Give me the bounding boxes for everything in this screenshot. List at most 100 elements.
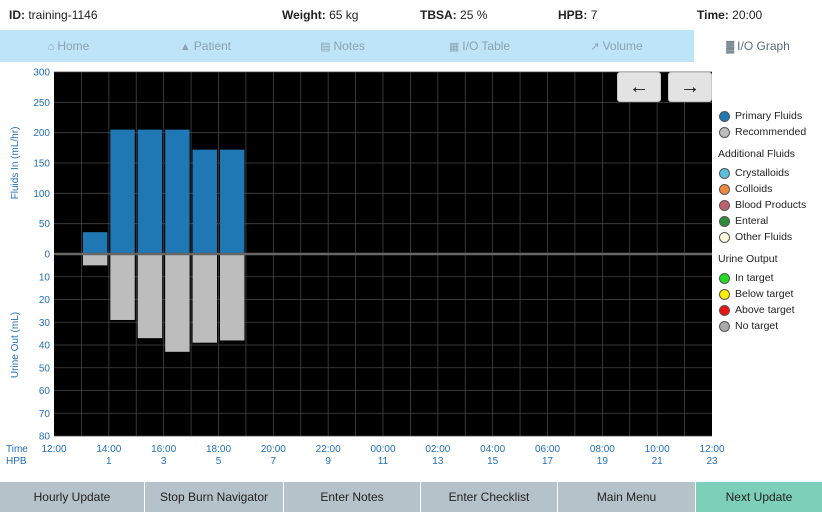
patient-tbsa: TBSA: 25 %: [420, 8, 488, 22]
x-tick-time: 18:00: [206, 444, 231, 455]
x-tick-hpb: 21: [652, 456, 664, 467]
legend-header-urine: Urine Output: [718, 253, 778, 265]
x-tick-hpb: 17: [542, 456, 554, 467]
urine-out-bar: [82, 254, 108, 266]
fluids-in-bar: [220, 149, 245, 254]
legend-swatch: [719, 216, 730, 227]
x-axis-time-label: Time: [6, 444, 28, 455]
next-update-button[interactable]: Next Update: [696, 482, 822, 512]
legend-swatch: [719, 305, 730, 316]
y-tick-label-urine: 40: [39, 341, 51, 352]
y-tick-label-fluids: 0: [44, 250, 50, 261]
file-icon: ▤: [320, 41, 331, 53]
x-tick-hpb: 23: [706, 456, 718, 467]
fluids-in-bar: [110, 129, 135, 254]
legend-swatch: [719, 321, 730, 332]
urine-out-bar: [192, 254, 217, 343]
x-tick-hpb: 9: [325, 456, 331, 467]
urine-out-bar: [165, 254, 190, 352]
legend-item-enteral: Enteral: [718, 213, 822, 229]
legend-item-recommended: Recommended: [718, 124, 822, 140]
user-icon: ▲: [179, 41, 191, 53]
io-graph: 0 50 100 150 200 250 300 10 20 30 40 50 60 70 80 Fluids…: [0, 62, 822, 472]
enter-checklist-button[interactable]: Enter Checklist: [421, 482, 558, 512]
x-tick-hpb: 15: [487, 456, 499, 467]
x-tick-hpb: 11: [378, 456, 389, 467]
legend-item-colloids: Colloids: [718, 181, 822, 197]
y-tick-label-fluids: 50: [39, 219, 51, 230]
tab-volume[interactable]: ↗ Volume: [548, 30, 685, 62]
y-axis-label-fluids: Fluids In (mL/hr): [10, 127, 21, 200]
fluids-in-bar: [192, 149, 217, 254]
patient-hpb: HPB: 7: [558, 8, 598, 22]
pan-left-button[interactable]: ←: [617, 72, 661, 102]
y-tick-label-urine: 30: [39, 318, 51, 329]
table-icon: ▦: [448, 41, 460, 53]
x-tick-time: 10:00: [645, 444, 670, 455]
y-tick-label-urine: 50: [39, 363, 51, 374]
tab-notes[interactable]: ▤ Notes: [274, 30, 411, 62]
legend-swatch: [719, 111, 730, 122]
x-tick-hpb: 13: [432, 456, 444, 467]
tab-patient[interactable]: ▲ Patient: [137, 30, 274, 62]
x-tick-time: 22:00: [316, 444, 341, 455]
tab-io-graph[interactable]: ▓ I/O Graph: [694, 30, 822, 62]
x-tick-time: 02:00: [425, 444, 450, 455]
enter-notes-button[interactable]: Enter Notes: [284, 482, 421, 512]
tab-home[interactable]: ⌂ Home: [0, 30, 137, 62]
current-time: Time: 20:00: [697, 8, 763, 22]
legend-swatch: [719, 200, 730, 211]
arrow-right-icon: →: [680, 75, 700, 98]
legend-item-in-target: In target: [718, 270, 822, 286]
y-tick-label-urine: 20: [39, 295, 51, 306]
x-axis-hpb-label: HPB: [6, 456, 27, 467]
y-tick-label-urine: 70: [39, 409, 51, 420]
legend-item-crystalloids: Crystalloids: [718, 165, 822, 181]
patient-weight: Weight: 65 kg: [282, 8, 359, 22]
fluids-in-bar: [165, 129, 190, 254]
chart-legend: Primary Fluids Recommended Additional Fl…: [718, 108, 822, 334]
x-tick-hpb: 3: [161, 456, 167, 467]
urine-out-bar: [220, 254, 245, 341]
urine-out-bar: [110, 254, 135, 320]
x-tick-time: 08:00: [590, 444, 615, 455]
home-icon: ⌂: [47, 41, 55, 53]
y-tick-label-fluids: 100: [33, 189, 50, 200]
footer-toolbar: Hourly Update Stop Burn Navigator Enter …: [0, 482, 822, 512]
hourly-update-button[interactable]: Hourly Update: [0, 482, 145, 512]
legend-item-no-target: No target: [718, 318, 822, 334]
urine-out-bar: [137, 254, 163, 339]
bar-chart-icon: ▓: [726, 41, 735, 53]
x-tick-hpb: 5: [216, 456, 222, 467]
patient-info-bar: ID: training-1146 Weight: 65 kg TBSA: 25…: [0, 0, 822, 30]
y-tick-label-fluids: 150: [33, 159, 50, 170]
x-tick-hpb: 7: [271, 456, 277, 467]
nav-tabs: ⌂ Home ▲ Patient ▤ Notes ▦ I/O Table ↗ Volume…: [0, 30, 822, 62]
legend-swatch: [719, 273, 730, 284]
legend-swatch: [719, 184, 730, 195]
tab-io-table[interactable]: ▦ I/O Table: [411, 30, 548, 62]
y-tick-label-fluids: 250: [33, 98, 50, 109]
legend-swatch: [719, 168, 730, 179]
y-tick-label-fluids: 300: [33, 68, 50, 79]
legend-item-below-target: Below target: [718, 286, 822, 302]
y-tick-label-urine: 80: [39, 432, 51, 443]
fluids-in-bar: [137, 129, 163, 254]
x-tick-time: 12:00: [699, 444, 724, 455]
legend-item-other-fluids: Other Fluids: [718, 229, 822, 245]
legend-swatch: [719, 127, 730, 138]
legend-item-above-target: Above target: [718, 302, 822, 318]
x-tick-time: 06:00: [535, 444, 560, 455]
main-menu-button[interactable]: Main Menu: [558, 482, 696, 512]
area-chart-icon: ↗: [590, 41, 600, 53]
x-tick-time: 20:00: [261, 444, 286, 455]
x-tick-hpb: 1: [106, 456, 112, 467]
stop-burn-navigator-button[interactable]: Stop Burn Navigator: [145, 482, 284, 512]
legend-swatch: [719, 289, 730, 300]
y-tick-label-urine: 10: [39, 272, 51, 283]
x-tick-time: 14:00: [96, 444, 121, 455]
pan-right-button[interactable]: →: [668, 72, 712, 102]
y-axis-label-urine: Urine Out (mL): [10, 312, 21, 378]
x-tick-time: 16:00: [151, 444, 176, 455]
arrow-left-icon: ←: [629, 75, 649, 98]
